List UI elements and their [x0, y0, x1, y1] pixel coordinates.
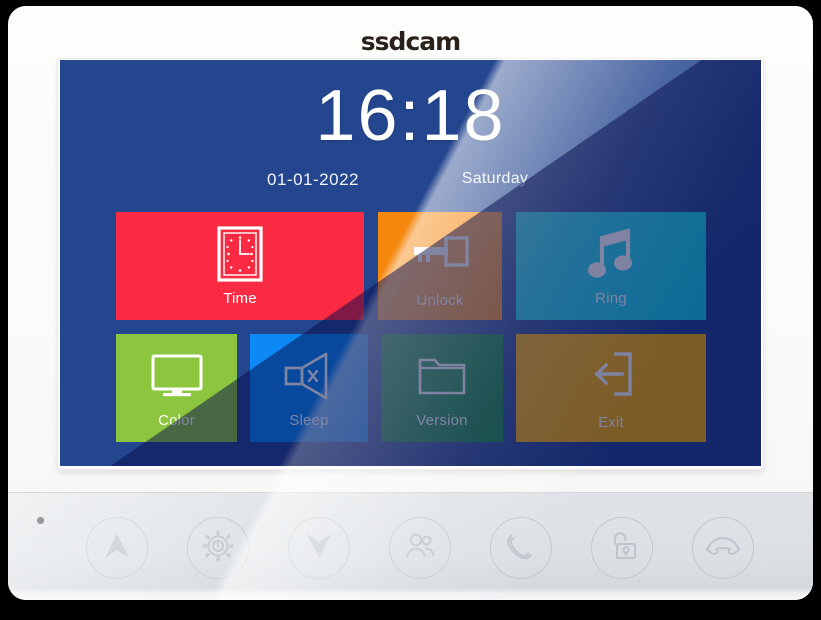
brand-logo: ssdcam	[360, 27, 461, 56]
tile-color[interactable]: Color	[116, 334, 237, 442]
handset-hangup-icon	[704, 532, 742, 565]
button-hangup-call[interactable]	[692, 517, 754, 579]
button-answer-call[interactable]	[490, 517, 552, 579]
tile-exit[interactable]: Exit	[516, 334, 706, 442]
tile-label: Time	[223, 289, 257, 307]
button-contacts[interactable]	[389, 517, 451, 579]
tile-ring[interactable]: Ring	[516, 212, 706, 320]
handset-answer-icon	[503, 528, 539, 569]
button-up[interactable]	[86, 517, 148, 579]
clock-icon	[217, 225, 263, 282]
monitor-icon	[150, 348, 204, 404]
intercom-monitor-device: ssdcam 16:18 01-01-2022 Saturday Time Un…	[8, 6, 813, 600]
tile-label: Version	[416, 411, 468, 429]
clock-weekday: Saturday	[461, 170, 529, 187]
button-unlock-door[interactable]	[591, 517, 653, 579]
chevron-up-icon	[100, 529, 134, 568]
tile-label: Unlock	[416, 291, 464, 309]
exit-arrow-icon	[586, 346, 636, 402]
lcd-screen[interactable]: 16:18 01-01-2022 Saturday Time Unlock Ri…	[60, 60, 761, 466]
padlock-open-icon	[606, 529, 638, 568]
tile-time[interactable]: Time	[116, 212, 364, 320]
tile-label: Exit	[598, 413, 624, 431]
clock-subline: 01-01-2022 Saturday	[60, 170, 761, 194]
chevron-down-icon	[302, 529, 336, 568]
control-panel	[8, 492, 813, 600]
two-people-icon	[403, 529, 437, 568]
button-settings[interactable]	[187, 517, 249, 579]
music-note-icon	[587, 226, 635, 282]
tile-unlock[interactable]: Unlock	[378, 212, 502, 320]
menu-tile-grid: Time Unlock Ring Color Sleep Version Exi…	[116, 212, 706, 442]
clock-time: 16:18	[315, 76, 506, 156]
screenshot-stage: ssdcam 16:18 01-01-2022 Saturday Time Un…	[0, 0, 821, 620]
tile-label: Color	[158, 411, 195, 429]
tile-version[interactable]: Version	[381, 334, 503, 442]
speaker-mute-icon	[282, 348, 336, 404]
tile-sleep[interactable]: Sleep	[250, 334, 368, 442]
button-down[interactable]	[288, 517, 350, 579]
gear-power-icon	[201, 529, 235, 568]
key-icon	[410, 224, 470, 280]
tile-label: Ring	[595, 289, 627, 307]
status-led	[37, 517, 44, 524]
folder-icon	[417, 348, 467, 404]
clock-date: 01-01-2022	[267, 170, 359, 189]
tile-label: Sleep	[289, 411, 329, 429]
